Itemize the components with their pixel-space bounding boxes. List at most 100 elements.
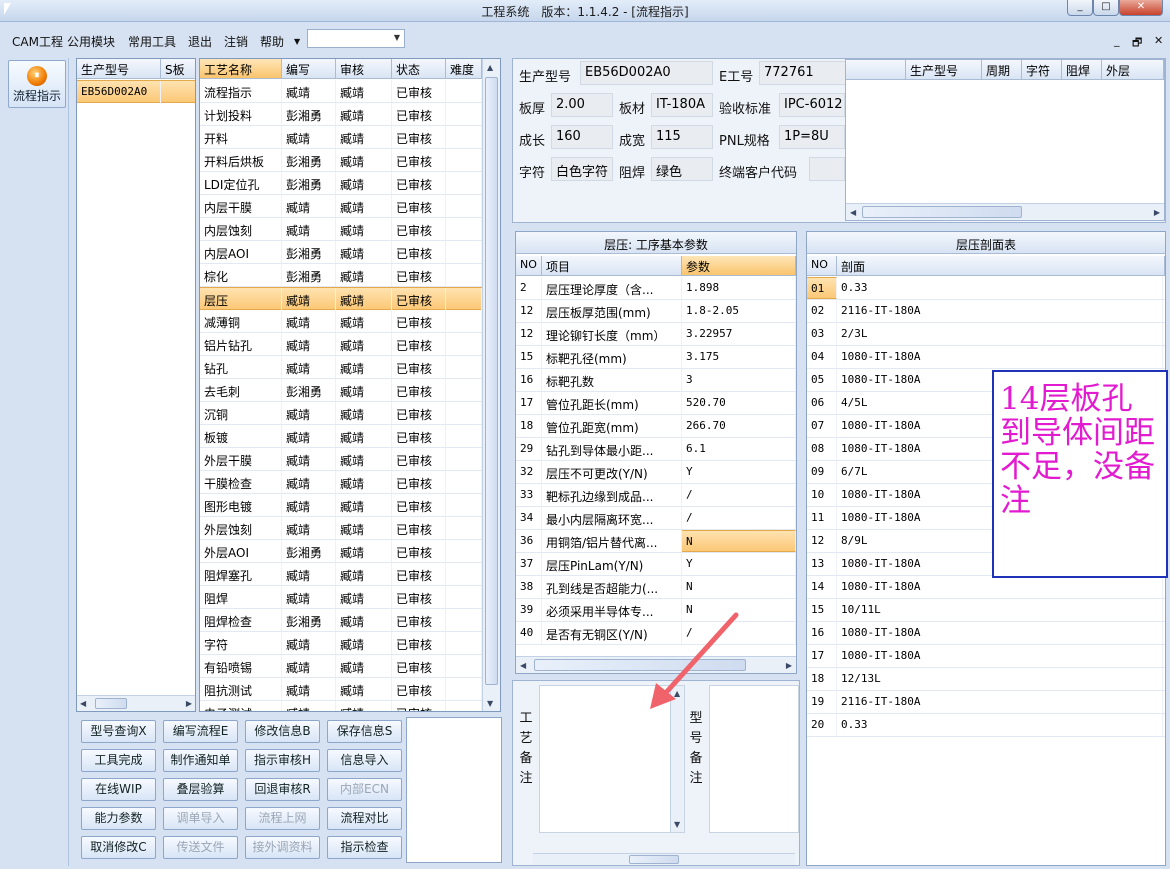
action-button[interactable]: 流程上网 xyxy=(245,807,320,830)
param-value-cell[interactable]: 6.1 xyxy=(682,438,796,460)
action-button[interactable]: 取消修改C xyxy=(81,836,156,859)
scroll-up-icon[interactable]: ▲ xyxy=(487,63,493,72)
summary-hscrollbar[interactable]: ◀ ▶ xyxy=(846,203,1164,220)
param-row[interactable]: 15 标靶孔径(mm) 3.175 xyxy=(516,346,796,369)
col-reviewer[interactable]: 审核 xyxy=(336,59,392,79)
process-row[interactable]: 铝片钻孔 臧靖 臧靖 已审核 xyxy=(200,333,482,356)
process-row[interactable]: 图形电镀 臧靖 臧靖 已审核 xyxy=(200,494,482,517)
model-hscrollbar[interactable]: ◀ ▶ xyxy=(77,695,195,711)
stackup-row[interactable]: 01 0.33 xyxy=(807,277,1165,300)
menu-common-tools[interactable]: 常用工具 xyxy=(128,33,176,50)
process-row[interactable]: 板镀 臧靖 臧靖 已审核 xyxy=(200,425,482,448)
standard-field[interactable]: IPC-6012 xyxy=(779,93,845,117)
param-value-cell[interactable]: 266.70 xyxy=(682,415,796,437)
param-value-cell[interactable]: 3.22957 xyxy=(682,323,796,345)
param-row[interactable]: 16 标靶孔数 3 xyxy=(516,369,796,392)
col-s-board[interactable]: S板 xyxy=(161,59,195,79)
scroll-left-icon[interactable]: ◀ xyxy=(520,661,526,670)
menu-exit[interactable]: 退出 xyxy=(188,33,212,50)
process-row[interactable]: 外层AOI 彭湘勇 臧靖 已审核 xyxy=(200,540,482,563)
param-value-cell[interactable]: 3 xyxy=(682,369,796,391)
process-row[interactable]: 内层AOI 彭湘勇 臧靖 已审核 xyxy=(200,241,482,264)
process-row[interactable]: 流程指示 臧靖 臧靖 已审核 xyxy=(200,80,482,103)
process-row[interactable]: 干膜检查 臧靖 臧靖 已审核 xyxy=(200,471,482,494)
param-value-cell[interactable]: Y xyxy=(682,553,796,575)
scroll-right-icon[interactable]: ▶ xyxy=(1154,208,1160,217)
stackup-row[interactable]: 16 1080-IT-180A xyxy=(807,622,1165,645)
scroll-down-icon[interactable]: ▼ xyxy=(487,699,493,708)
pnl-field[interactable]: 1P=8U xyxy=(779,125,845,149)
action-button[interactable]: 调单导入 xyxy=(163,807,238,830)
stackup-row[interactable]: 02 2116-IT-180A xyxy=(807,300,1165,323)
process-row[interactable]: 字符 臧靖 臧靖 已审核 xyxy=(200,632,482,655)
stackup-row[interactable]: 20 0.33 xyxy=(807,714,1165,737)
process-row[interactable]: 层压 臧靖 臧靖 已审核 xyxy=(200,287,482,310)
param-row[interactable]: 36 用铜箔/铝片替代离... N xyxy=(516,530,796,553)
col-params-item[interactable]: 项目 xyxy=(542,256,682,276)
param-row[interactable]: 32 层压不可更改(Y/N) Y xyxy=(516,461,796,484)
mdi-restore-button[interactable]: 🗗 xyxy=(1132,34,1142,53)
action-button[interactable]: 接外调资料 xyxy=(245,836,320,859)
remarks-hscrollbar[interactable] xyxy=(533,853,795,865)
action-button[interactable]: 叠层验算 xyxy=(163,778,238,801)
col-author[interactable]: 编写 xyxy=(282,59,336,79)
action-button[interactable]: 指示审核H xyxy=(245,749,320,772)
scroll-left-icon[interactable]: ◀ xyxy=(850,208,856,217)
process-row[interactable]: 计划投料 彭湘勇 臧靖 已审核 xyxy=(200,103,482,126)
process-row[interactable]: 阻焊检查 彭湘勇 臧靖 已审核 xyxy=(200,609,482,632)
param-row[interactable]: 29 钻孔到导体最小距... 6.1 xyxy=(516,438,796,461)
process-row[interactable]: 电子测试臧靖臧靖已审核 xyxy=(200,701,482,711)
param-value-cell[interactable]: / xyxy=(682,507,796,529)
stackup-row[interactable]: 04 1080-IT-180A xyxy=(807,346,1165,369)
action-button[interactable]: 信息导入 xyxy=(327,749,402,772)
col-difficulty[interactable]: 难度 xyxy=(446,59,482,79)
action-button[interactable]: 保存信息S xyxy=(327,720,402,743)
process-row[interactable]: 减薄铜 臧靖 臧靖 已审核 xyxy=(200,310,482,333)
param-row[interactable]: 17 管位孔距长(mm) 520.70 xyxy=(516,392,796,415)
action-button[interactable]: 能力参数 xyxy=(81,807,156,830)
scroll-left-icon[interactable]: ◀ xyxy=(80,699,86,708)
process-row[interactable]: 阻抗测试 臧靖 臧靖 已审核 xyxy=(200,678,482,701)
process-vscrollbar[interactable]: ▲ ▼ xyxy=(482,59,500,711)
scroll-right-icon[interactable]: ▶ xyxy=(786,661,792,670)
stackup-row[interactable]: 03 2/3L xyxy=(807,323,1165,346)
stackup-row[interactable]: 19 2116-IT-180A xyxy=(807,691,1165,714)
mask-field[interactable]: 绿色 xyxy=(651,157,713,181)
process-row[interactable]: 沉铜 臧靖 臧靖 已审核 xyxy=(200,402,482,425)
col-outer[interactable]: 外层 xyxy=(1102,60,1164,80)
char-field[interactable]: 白色字符 xyxy=(551,157,613,181)
action-button[interactable]: 流程对比 xyxy=(327,807,402,830)
flow-indicator-button[interactable]: ⏸ 流程指示 xyxy=(8,60,66,108)
process-row[interactable]: 去毛刺 彭湘勇 臧靖 已审核 xyxy=(200,379,482,402)
param-value-cell[interactable]: N xyxy=(682,576,796,598)
col-status[interactable]: 状态 xyxy=(392,59,446,79)
col-mask[interactable]: 阻焊 xyxy=(1062,60,1102,80)
col-summary-model[interactable]: 生产型号 xyxy=(906,60,982,80)
param-value-cell[interactable]: 1.8-2.05 xyxy=(682,300,796,322)
param-row[interactable]: 12 层压板厚范围(mm) 1.8-2.05 xyxy=(516,300,796,323)
process-row[interactable]: LDI定位孔 彭湘勇 臧靖 已审核 xyxy=(200,172,482,195)
help-dropdown-icon[interactable]: ▼ xyxy=(294,37,300,46)
col-cycle[interactable]: 周期 xyxy=(982,60,1022,80)
scroll-thumb[interactable] xyxy=(862,206,1022,218)
action-button[interactable]: 传送文件 xyxy=(163,836,238,859)
action-button[interactable]: 型号查询X xyxy=(81,720,156,743)
width-field[interactable]: 115 xyxy=(651,125,713,149)
customer-field[interactable] xyxy=(809,157,845,181)
maximize-button[interactable]: □ xyxy=(1093,0,1119,16)
minimize-button[interactable]: _ xyxy=(1067,0,1093,16)
col-process-name[interactable]: 工艺名称 xyxy=(200,59,282,79)
menu-cam[interactable]: CAM工程 xyxy=(12,33,63,50)
action-button[interactable]: 在线WIP xyxy=(81,778,156,801)
stackup-row[interactable]: 17 1080-IT-180A xyxy=(807,645,1165,668)
length-field[interactable]: 160 xyxy=(551,125,613,149)
param-value-cell[interactable]: 1.898 xyxy=(682,277,796,299)
param-value-cell[interactable]: N xyxy=(682,530,796,552)
menu-public-module[interactable]: 公用模块 xyxy=(67,33,115,50)
close-button[interactable]: ✕ xyxy=(1119,0,1163,16)
model-row[interactable]: EB56D002A0 xyxy=(77,80,195,103)
param-row[interactable]: 37 层压PinLam(Y/N) Y xyxy=(516,553,796,576)
process-row[interactable]: 内层干膜 臧靖 臧靖 已审核 xyxy=(200,195,482,218)
process-row[interactable]: 阻焊 臧靖 臧靖 已审核 xyxy=(200,586,482,609)
toolbar-combo[interactable]: ▼ xyxy=(307,29,405,48)
